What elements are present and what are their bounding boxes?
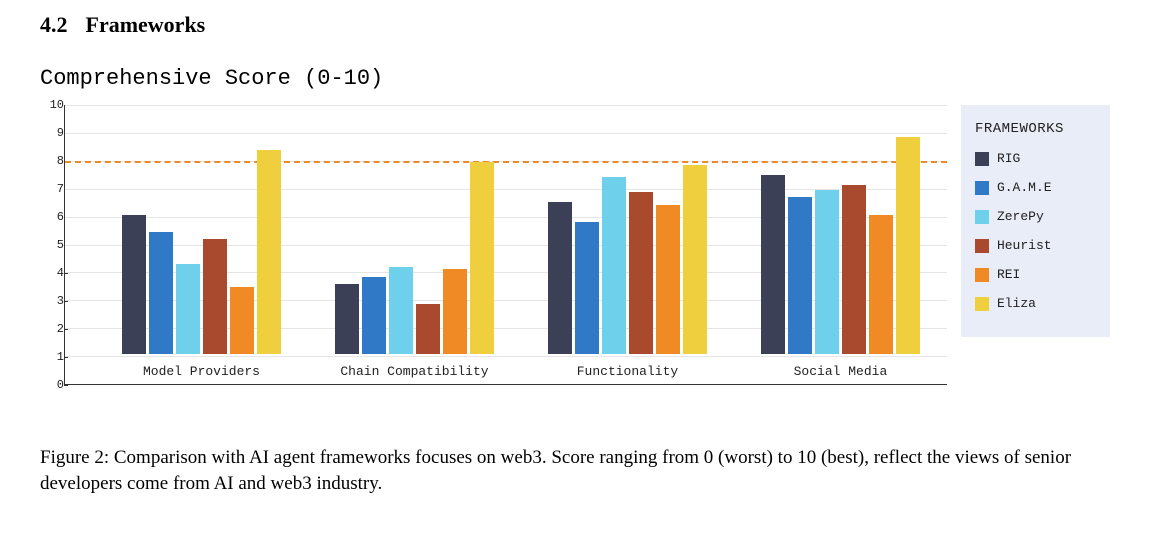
category-label: Social Media <box>734 364 947 379</box>
category-group: Chain Compatibility <box>308 105 521 354</box>
legend-title: FRAMEWORKS <box>975 121 1096 137</box>
chart: Comprehensive Score (0-10) 012345678910 … <box>34 66 1110 415</box>
legend-label: RIG <box>997 151 1020 166</box>
bar <box>842 185 866 354</box>
bar <box>122 215 146 354</box>
bar <box>416 304 440 354</box>
y-tick: 9 <box>38 126 64 140</box>
legend-label: G.A.M.E <box>997 180 1052 195</box>
legend-label: Heurist <box>997 238 1052 253</box>
bar <box>575 222 599 354</box>
bar <box>203 239 227 354</box>
legend-item: Heurist <box>975 238 1096 253</box>
bar <box>362 277 386 354</box>
legend-label: REI <box>997 267 1020 282</box>
bar <box>602 177 626 354</box>
bar <box>257 150 281 354</box>
category-group: Social Media <box>734 105 947 354</box>
bar <box>869 215 893 354</box>
legend-swatch <box>975 210 989 224</box>
bar <box>683 165 707 354</box>
bar <box>443 269 467 354</box>
bar <box>656 205 680 354</box>
y-tick: 1 <box>38 350 64 364</box>
section-heading: 4.2 Frameworks <box>40 12 1110 38</box>
legend-item: REI <box>975 267 1096 282</box>
bar <box>149 232 173 354</box>
y-tick: 2 <box>38 322 64 336</box>
y-tick: 0 <box>38 378 64 392</box>
legend-item: Eliza <box>975 296 1096 311</box>
bar <box>629 192 653 354</box>
legend-label: Eliza <box>997 296 1036 311</box>
y-tick: 7 <box>38 182 64 196</box>
y-tick: 10 <box>38 98 64 112</box>
section-title: Frameworks <box>86 12 206 37</box>
bar <box>788 197 812 354</box>
y-tick: 3 <box>38 294 64 308</box>
chart-legend: FRAMEWORKS RIG G.A.M.E ZerePy Heurist REI Eli… <box>961 105 1110 337</box>
y-tick: 6 <box>38 210 64 224</box>
figure-caption: Figure 2: Comparison with AI agent frame… <box>40 445 1110 496</box>
bar <box>389 267 413 354</box>
bar <box>470 162 494 354</box>
bar <box>548 202 572 354</box>
grid-line <box>65 356 947 357</box>
category-label: Functionality <box>521 364 734 379</box>
bar <box>896 137 920 354</box>
legend-item: G.A.M.E <box>975 180 1096 195</box>
y-tick: 4 <box>38 266 64 280</box>
legend-item: RIG <box>975 151 1096 166</box>
category-label: Chain Compatibility <box>308 364 521 379</box>
legend-label: ZerePy <box>997 209 1044 224</box>
category-label: Model Providers <box>95 364 308 379</box>
bar <box>230 287 254 354</box>
legend-swatch <box>975 181 989 195</box>
chart-title: Comprehensive Score (0-10) <box>40 66 1110 91</box>
bar <box>761 175 785 354</box>
legend-swatch <box>975 297 989 311</box>
legend-swatch <box>975 239 989 253</box>
category-group: Functionality <box>521 105 734 354</box>
section-number: 4.2 <box>40 12 68 37</box>
bar <box>176 264 200 354</box>
legend-item: ZerePy <box>975 209 1096 224</box>
y-tick: 5 <box>38 238 64 252</box>
y-tick: 8 <box>38 154 64 168</box>
legend-swatch <box>975 268 989 282</box>
bar <box>335 284 359 354</box>
category-group: Model Providers <box>95 105 308 354</box>
bar <box>815 190 839 354</box>
plot-area: Model ProvidersChain CompatibilityFuncti… <box>64 105 947 385</box>
legend-swatch <box>975 152 989 166</box>
chart-plot: 012345678910 Model ProvidersChain Compat… <box>34 105 947 415</box>
